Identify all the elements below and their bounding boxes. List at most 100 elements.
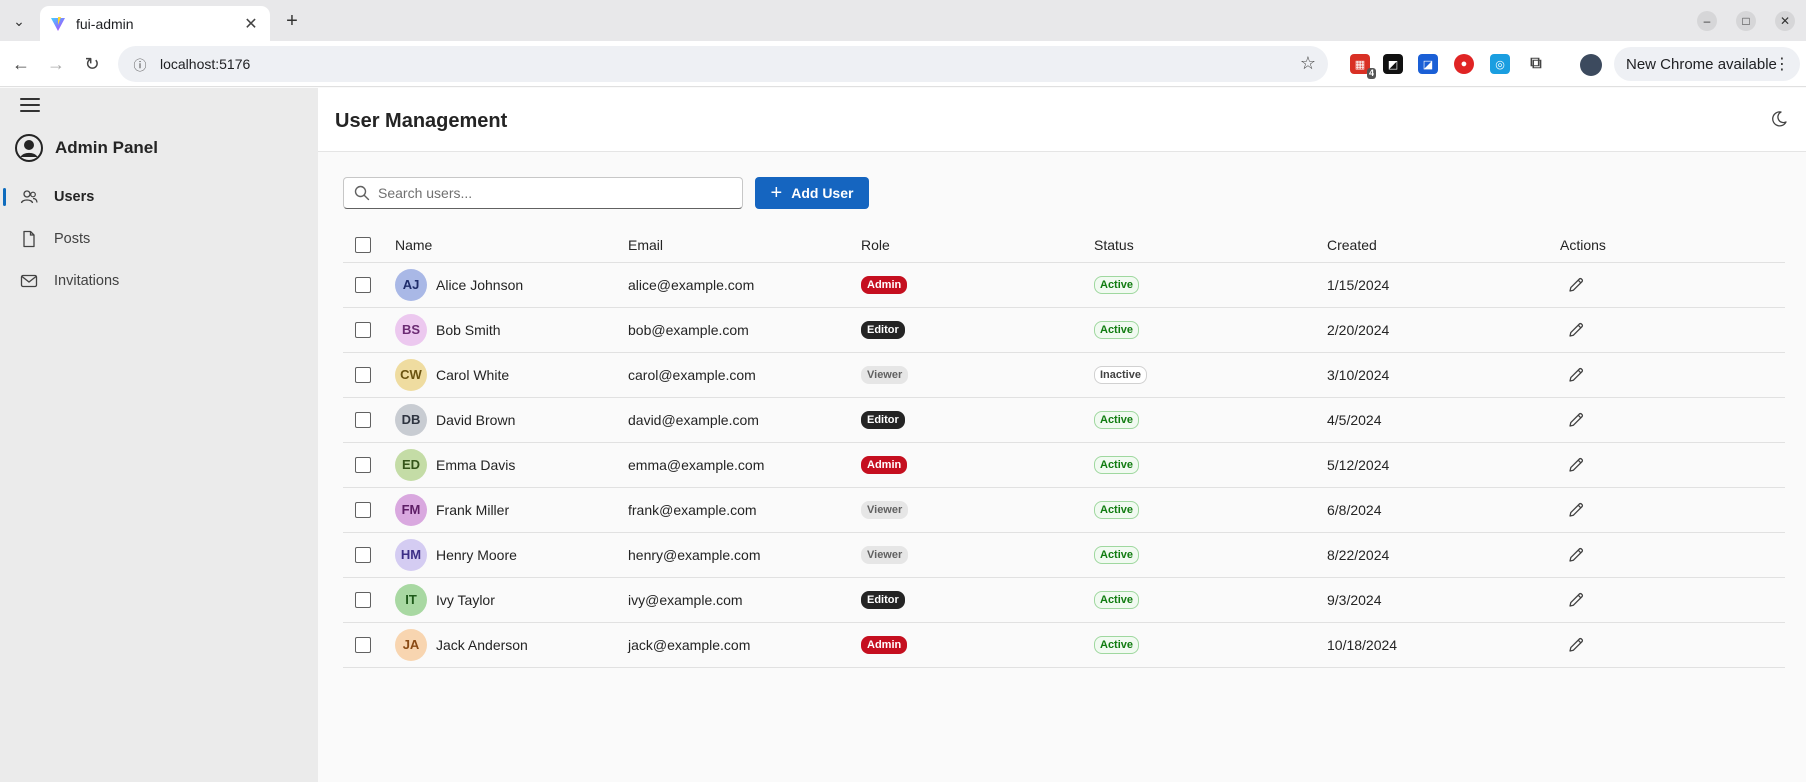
bookmark-star-icon[interactable]: ☆ — [1300, 53, 1316, 74]
user-name-cell: DB David Brown — [395, 403, 628, 436]
add-user-button[interactable]: + Add User — [755, 177, 869, 209]
user-name: Frank Miller — [436, 501, 510, 518]
column-header-status[interactable]: Status — [1094, 228, 1327, 263]
profile-avatar[interactable] — [1580, 54, 1602, 76]
avatar: CW — [395, 358, 427, 391]
sidebar-item-label: Users — [54, 189, 95, 205]
column-header-role[interactable]: Role — [861, 228, 1094, 263]
avatar: HM — [395, 538, 427, 571]
user-email: carol@example.com — [628, 352, 861, 398]
search-input[interactable] — [378, 185, 742, 201]
user-name: Bob Smith — [436, 321, 501, 338]
sidebar-item-posts[interactable]: Posts — [0, 221, 318, 257]
row-checkbox[interactable] — [355, 322, 371, 339]
extensions-puzzle-icon[interactable]: ⧉ — [1526, 54, 1546, 74]
table-row[interactable]: IT Ivy Taylor ivy@example.com Editor Active 9… — [343, 577, 1785, 623]
avatar: FM — [395, 493, 427, 526]
row-checkbox[interactable] — [355, 637, 371, 654]
tab-search-button[interactable]: ⌄ — [8, 10, 30, 32]
people-icon — [20, 188, 38, 206]
table-row[interactable]: BS Bob Smith bob@example.com Editor Active 2/… — [343, 307, 1785, 353]
row-checkbox[interactable] — [355, 457, 371, 474]
maximize-window-button[interactable]: □ — [1735, 10, 1757, 32]
sidebar-item-label: Invitations — [54, 273, 120, 289]
column-header-email[interactable]: Email — [628, 228, 861, 263]
row-checkbox[interactable] — [355, 592, 371, 609]
user-email: emma@example.com — [628, 442, 861, 488]
row-checkbox[interactable] — [355, 367, 371, 384]
user-name: Ivy Taylor — [436, 591, 495, 608]
minimize-window-button[interactable]: – — [1696, 10, 1718, 32]
more-menu-icon[interactable]: ⋮ — [1774, 54, 1790, 74]
status-badge: Active — [1094, 636, 1140, 654]
select-all-checkbox[interactable] — [355, 237, 371, 254]
user-email: david@example.com — [628, 397, 861, 443]
close-window-button[interactable]: ✕ — [1774, 10, 1796, 32]
document-icon — [20, 230, 38, 248]
page-title: User Management — [335, 110, 508, 132]
address-bar[interactable]: ⓘ localhost:5176 ☆ — [118, 46, 1328, 82]
extension-calendar-icon[interactable]: ▦ 4 — [1350, 54, 1376, 79]
role-badge: Admin — [861, 456, 908, 474]
back-button[interactable]: ← — [9, 52, 33, 76]
vite-favicon-icon — [51, 16, 65, 31]
user-name-cell: AJ Alice Johnson — [395, 268, 628, 301]
table-row[interactable]: JA Jack Anderson jack@example.com Admin Acti… — [343, 622, 1785, 668]
table-row[interactable]: CW Carol White carol@example.com Viewer Inac… — [343, 352, 1785, 398]
row-checkbox[interactable] — [355, 547, 371, 564]
hamburger-menu-icon[interactable] — [20, 98, 40, 114]
created-date: 10/18/2024 — [1327, 622, 1560, 668]
edit-pencil-icon[interactable] — [1567, 501, 1585, 519]
edit-pencil-icon[interactable] — [1567, 591, 1585, 609]
edit-pencil-icon[interactable] — [1567, 636, 1585, 654]
role-badge: Viewer — [861, 501, 909, 519]
extension-red-icon[interactable]: ● — [1454, 54, 1474, 74]
tab-close-icon[interactable]: ✕ — [242, 14, 260, 34]
user-email: bob@example.com — [628, 307, 861, 353]
edit-pencil-icon[interactable] — [1567, 366, 1585, 384]
column-header-name[interactable]: Name — [395, 228, 628, 263]
role-badge: Editor — [861, 411, 905, 429]
row-checkbox[interactable] — [355, 412, 371, 429]
edit-pencil-icon[interactable] — [1567, 276, 1585, 294]
moon-icon[interactable] — [1770, 110, 1788, 128]
extension-dark-icon[interactable]: ◩ — [1383, 54, 1403, 74]
column-header-created[interactable]: Created — [1327, 228, 1560, 263]
edit-pencil-icon[interactable] — [1567, 456, 1585, 474]
site-info-icon[interactable]: ⓘ — [132, 56, 148, 73]
avatar: IT — [395, 583, 427, 616]
role-badge: Viewer — [861, 546, 909, 564]
table-row[interactable]: DB David Brown david@example.com Editor Acti… — [343, 397, 1785, 443]
search-icon — [354, 185, 370, 201]
edit-pencil-icon[interactable] — [1567, 411, 1585, 429]
sidebar-item-users[interactable]: Users — [0, 179, 318, 215]
search-input-wrapper[interactable] — [343, 177, 743, 209]
extension-blue-icon[interactable]: ◪ — [1418, 54, 1438, 74]
table-row[interactable]: ED Emma Davis emma@example.com Admin Active 5… — [343, 442, 1785, 488]
user-name-cell: IT Ivy Taylor — [395, 583, 628, 616]
table-row[interactable]: AJ Alice Johnson alice@example.com Admin Act… — [343, 262, 1785, 308]
table-row[interactable]: FM Frank Miller frank@example.com Viewer Act… — [343, 487, 1785, 533]
user-name-cell: CW Carol White — [395, 358, 628, 391]
forward-button[interactable]: → — [44, 52, 68, 76]
status-badge: Active — [1094, 456, 1140, 474]
sidebar: Admin Panel Users Posts Invitations — [0, 88, 318, 782]
browser-toolbar: ← → ↻ ⓘ localhost:5176 ☆ ▦ 4 ◩ ◪ ● ◎ ⧉ Ne… — [0, 41, 1806, 87]
user-name: Emma Davis — [436, 456, 516, 473]
edit-pencil-icon[interactable] — [1567, 321, 1585, 339]
reload-button[interactable]: ↻ — [80, 52, 104, 76]
extension-cyan-icon[interactable]: ◎ — [1490, 54, 1510, 74]
row-checkbox[interactable] — [355, 277, 371, 294]
edit-pencil-icon[interactable] — [1567, 546, 1585, 564]
avatar: BS — [395, 313, 427, 346]
user-email: jack@example.com — [628, 622, 861, 668]
new-tab-button[interactable]: + — [280, 9, 304, 33]
chrome-update-button[interactable]: New Chrome available ⋮ — [1614, 47, 1800, 81]
row-checkbox[interactable] — [355, 502, 371, 519]
table-row[interactable]: HM Henry Moore henry@example.com Viewer Acti… — [343, 532, 1785, 578]
add-user-label: Add User — [791, 185, 854, 201]
browser-tab[interactable]: fui-admin ✕ — [40, 6, 270, 41]
update-label: New Chrome available — [1626, 55, 1777, 73]
browser-tab-strip: ⌄ fui-admin ✕ + – □ ✕ — [0, 0, 1806, 41]
sidebar-item-invitations[interactable]: Invitations — [0, 263, 318, 299]
